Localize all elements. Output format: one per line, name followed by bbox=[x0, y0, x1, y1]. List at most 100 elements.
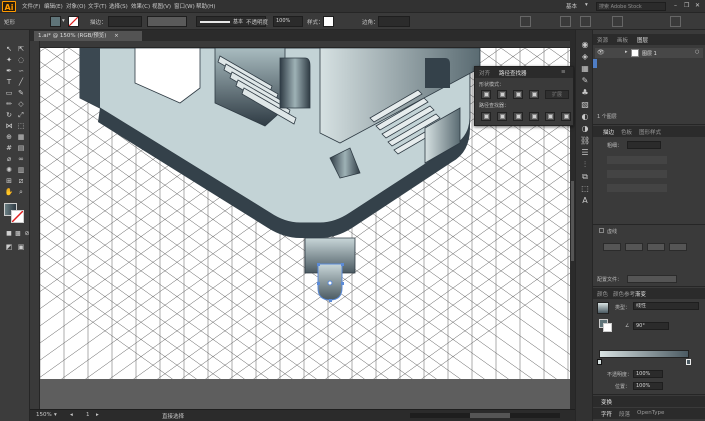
panel-menu-icon[interactable] bbox=[670, 16, 681, 27]
gap-field-1[interactable] bbox=[625, 243, 643, 251]
workspace-switcher[interactable]: 基本 bbox=[566, 2, 577, 10]
horizontal-scroll-thumb[interactable] bbox=[470, 413, 510, 418]
gradient-slider[interactable] bbox=[599, 350, 689, 358]
minus-back-button[interactable] bbox=[561, 112, 571, 121]
appearance-icon[interactable]: ◐ bbox=[580, 112, 590, 122]
zoom-level[interactable]: 150% bbox=[36, 412, 52, 418]
tab-graphic-styles[interactable]: 图形样式 bbox=[639, 128, 661, 136]
gradient-stop-right[interactable] bbox=[686, 359, 691, 365]
menu-item[interactable]: 对象(O) bbox=[66, 2, 86, 10]
stroke-swatch[interactable] bbox=[68, 16, 79, 27]
tab-gradient[interactable]: 渐变 bbox=[635, 290, 646, 298]
vertical-ruler[interactable] bbox=[30, 41, 40, 409]
column-graph-icon[interactable]: ▥ bbox=[16, 165, 26, 175]
stroke-color-box[interactable] bbox=[11, 210, 24, 223]
arrange-icon[interactable] bbox=[612, 16, 623, 27]
free-transform-icon[interactable]: ⬚ bbox=[16, 121, 26, 131]
menu-item[interactable]: 效果(C) bbox=[131, 2, 150, 10]
outline-button[interactable] bbox=[545, 112, 555, 121]
tab-pathfinder[interactable]: 路径查找器 bbox=[499, 69, 527, 77]
align-panel-icon[interactable]: ⫶ bbox=[580, 160, 590, 170]
direct-selection-tool-icon[interactable]: ⇱ bbox=[16, 44, 26, 54]
minimize-icon[interactable]: – bbox=[674, 2, 677, 9]
color-panel-icon[interactable]: ◉ bbox=[580, 40, 590, 50]
workspace-chevron-icon[interactable]: ▾ bbox=[585, 2, 588, 8]
color-guide-icon[interactable]: ◈ bbox=[580, 52, 590, 62]
menu-item[interactable]: 窗口(W) bbox=[174, 2, 195, 10]
width-tool-icon[interactable]: ⋈ bbox=[4, 121, 14, 131]
corner-radius-field[interactable] bbox=[378, 16, 410, 27]
horizontal-scrollbar[interactable] bbox=[410, 413, 560, 418]
artboard-number[interactable]: 1 bbox=[86, 412, 90, 418]
expand-triangle-icon[interactable]: ▸ bbox=[625, 49, 628, 55]
tab-transform[interactable]: 变换 bbox=[601, 398, 612, 406]
properties-icon[interactable]: ☰ bbox=[580, 148, 590, 158]
close-icon[interactable]: ✕ bbox=[695, 2, 700, 9]
pencil-tool-icon[interactable]: ✏ bbox=[4, 99, 14, 109]
rotate-tool-icon[interactable]: ↻ bbox=[4, 110, 14, 120]
menu-item[interactable]: 视图(V) bbox=[152, 2, 171, 10]
trim-button[interactable] bbox=[497, 112, 507, 121]
layer-name[interactable]: 图层 1 bbox=[642, 50, 657, 57]
gradient-opacity-field[interactable]: 100% bbox=[633, 370, 663, 378]
rectangle-tool-icon[interactable]: ▭ bbox=[4, 88, 14, 98]
align-icon[interactable] bbox=[520, 16, 531, 27]
gap-field-2[interactable] bbox=[669, 243, 687, 251]
artboard-next-icon[interactable]: ▸ bbox=[96, 412, 99, 418]
document-tab[interactable]: 1.ai* @ 150% (RGB/预览) × bbox=[34, 31, 142, 41]
intersect-button[interactable] bbox=[513, 90, 523, 99]
draw-mode-icon[interactable]: ◩ bbox=[4, 242, 14, 252]
horizontal-ruler[interactable] bbox=[40, 41, 575, 48]
artboard-tool-icon[interactable]: ⊞ bbox=[4, 176, 14, 186]
perspective-grid-icon[interactable]: ▦ bbox=[16, 132, 26, 142]
tab-paragraph[interactable]: 段落 bbox=[619, 410, 630, 418]
tab-color-guide[interactable]: 颜色参考 bbox=[613, 290, 635, 298]
dash-field-2[interactable] bbox=[647, 243, 665, 251]
eyedropper-icon[interactable]: ⌀ bbox=[4, 154, 14, 164]
pen-tool-icon[interactable]: ✒ bbox=[4, 66, 14, 76]
gradient-location-field[interactable]: 100% bbox=[633, 382, 663, 390]
gradient-angle-field[interactable]: 90° bbox=[633, 322, 669, 330]
document-tab-close-icon[interactable]: × bbox=[114, 33, 119, 39]
gradient-tool-icon[interactable]: ▤ bbox=[16, 143, 26, 153]
restore-icon[interactable]: ❐ bbox=[684, 2, 689, 9]
artboard-prev-icon[interactable]: ◂ bbox=[70, 412, 73, 418]
dash-field-1[interactable] bbox=[603, 243, 621, 251]
menu-item[interactable]: 文字(T) bbox=[88, 2, 107, 10]
tab-stroke[interactable]: 描边 bbox=[603, 128, 614, 136]
paintbrush-icon[interactable]: ✎ bbox=[16, 88, 26, 98]
tab-swatches[interactable]: 色板 bbox=[621, 128, 632, 136]
mesh-tool-icon[interactable]: # bbox=[4, 143, 14, 153]
opacity-field[interactable]: 100% bbox=[273, 16, 303, 27]
screen-mode-icon[interactable]: ▣ bbox=[16, 242, 26, 252]
menu-item[interactable]: 文件(F) bbox=[22, 2, 40, 10]
stock-search-input[interactable]: 搜索 Adobe Stock bbox=[596, 2, 666, 11]
unite-button[interactable] bbox=[481, 90, 491, 99]
pathfinder-icon[interactable]: ⧉ bbox=[580, 172, 590, 182]
merge-button[interactable] bbox=[513, 112, 523, 121]
layer-row[interactable]: 👁 ▸ 图层 1 ○ bbox=[595, 48, 703, 58]
crop-button[interactable] bbox=[529, 112, 539, 121]
profile-select[interactable] bbox=[627, 275, 677, 283]
stroke-weight-input[interactable] bbox=[627, 141, 661, 149]
menu-item[interactable]: 帮助(H) bbox=[196, 2, 215, 10]
stroke-weight-field[interactable] bbox=[108, 16, 142, 27]
gradient-stop-left[interactable] bbox=[597, 359, 602, 365]
scale-tool-icon[interactable]: ⤢ bbox=[16, 110, 26, 120]
isolate-icon[interactable] bbox=[580, 16, 591, 27]
brushes-icon[interactable]: ✎ bbox=[580, 76, 590, 86]
dashed-line-checkbox[interactable] bbox=[599, 228, 604, 233]
symbols-icon[interactable]: ♣ bbox=[580, 88, 590, 98]
type-panel-icon[interactable]: A bbox=[580, 196, 590, 206]
graphic-styles-icon[interactable]: ▧ bbox=[580, 100, 590, 110]
vertical-scroll-thumb[interactable] bbox=[571, 181, 574, 261]
gradient-type-select[interactable]: 线性 bbox=[633, 302, 699, 310]
zoom-chevron-icon[interactable]: ▾ bbox=[54, 412, 57, 418]
blend-tool-icon[interactable]: ∞ bbox=[16, 154, 26, 164]
fill-chevron-icon[interactable]: ▾ bbox=[62, 18, 65, 24]
lasso-icon[interactable]: ◌ bbox=[16, 55, 26, 65]
selection-tool-icon[interactable]: ↖ bbox=[4, 44, 14, 54]
type-tool-icon[interactable]: T bbox=[4, 77, 14, 87]
align-stroke-options[interactable] bbox=[607, 184, 667, 192]
variable-width-profile[interactable] bbox=[147, 16, 187, 27]
